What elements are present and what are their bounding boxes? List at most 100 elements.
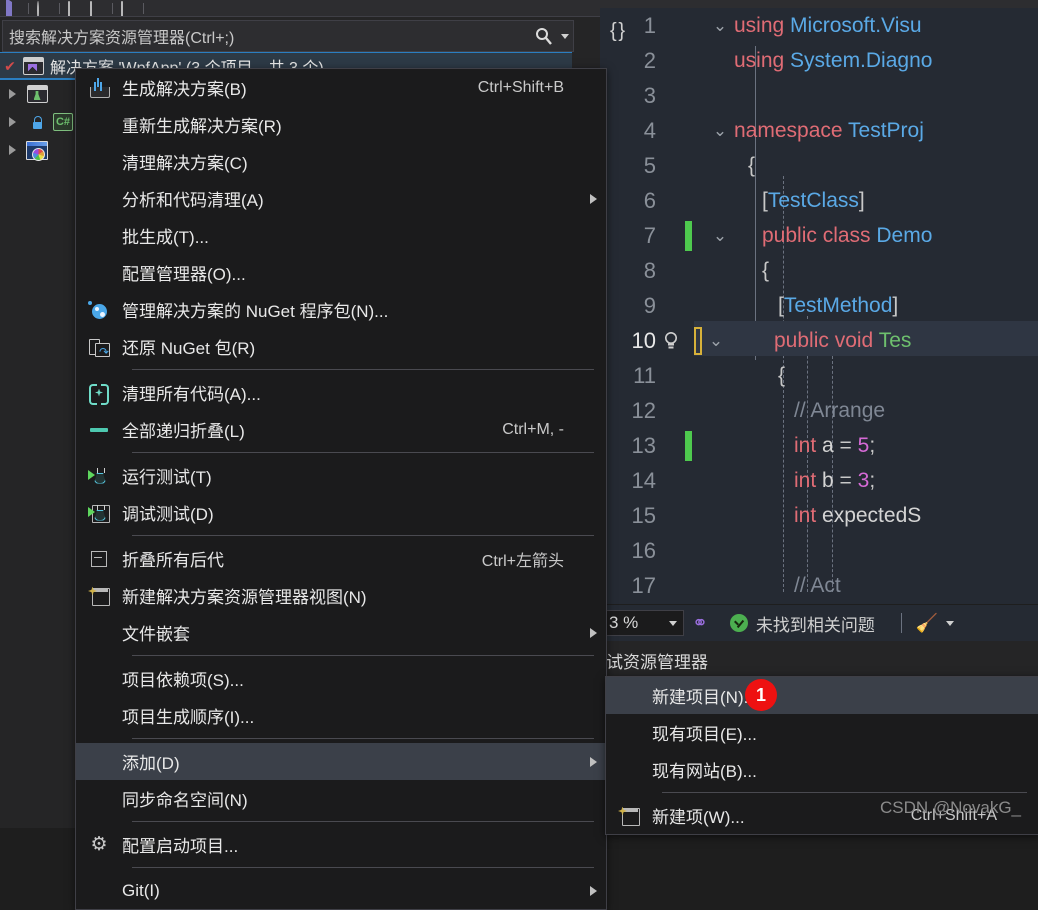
menu-icon-none bbox=[76, 143, 122, 180]
context-menu-item-label: 配置管理器(O)... bbox=[122, 265, 246, 284]
change-marker bbox=[682, 501, 694, 531]
issues-status[interactable]: 未找到相关问题 bbox=[729, 611, 875, 636]
checkmark-circle-icon bbox=[729, 614, 748, 632]
search-icon[interactable] bbox=[531, 27, 557, 45]
fold-chevron-icon[interactable]: ⌄ bbox=[702, 331, 730, 351]
code-line[interactable]: 17 // Act bbox=[600, 568, 1038, 603]
code-line[interactable]: 14 int b = 3; bbox=[600, 463, 1038, 498]
lock-icon bbox=[24, 112, 50, 132]
context-menu-item[interactable]: Git(I) bbox=[76, 872, 606, 909]
code-text: namespace TestProj bbox=[734, 118, 924, 142]
fold-chevron-icon[interactable]: ⌄ bbox=[706, 226, 734, 246]
search-input[interactable]: 搜索解决方案资源管理器(Ctrl+;) bbox=[3, 24, 531, 48]
code-line[interactable]: 15 int expectedS bbox=[600, 498, 1038, 533]
code-line[interactable]: 8{ bbox=[600, 253, 1038, 288]
add-submenu-item-label: 新建项(W)... bbox=[652, 808, 745, 827]
context-menu-item[interactable]: 分析和代码清理(A) bbox=[76, 180, 606, 217]
test-project-icon bbox=[24, 84, 50, 104]
expander-icon[interactable] bbox=[0, 145, 24, 155]
context-menu-item[interactable]: 文件嵌套 bbox=[76, 614, 606, 651]
chevron-down-icon[interactable] bbox=[669, 620, 677, 626]
line-number: 10 bbox=[631, 327, 656, 353]
code-line[interactable]: 3 bbox=[600, 78, 1038, 113]
zoom-level-combo[interactable]: 3 % bbox=[602, 610, 684, 636]
solution-context-menu[interactable]: 生成解决方案(B) Ctrl+Shift+B 重新生成解决方案(R) 清理解决方案(C… bbox=[75, 68, 607, 910]
add-submenu-item[interactable]: 新建项(W)... Ctrl+Shift+A bbox=[606, 797, 1038, 834]
code-line[interactable]: 2 using System.Diagno bbox=[600, 43, 1038, 78]
code-editor[interactable]: { } 1 ⌄ using Microsoft.Visu 2 using System.… bbox=[600, 8, 1038, 610]
add-submenu-item-label: 现有项目(E)... bbox=[652, 725, 757, 744]
context-menu-item-label: 运行测试(T) bbox=[122, 468, 212, 487]
line-number: 15 bbox=[631, 502, 656, 528]
code-line[interactable]: 13 int a = 5; bbox=[600, 428, 1038, 463]
code-line[interactable]: 9 [TestMethod] bbox=[600, 288, 1038, 323]
properties-pen-icon[interactable] bbox=[152, 2, 166, 14]
fold-chevron-icon[interactable]: ⌄ bbox=[706, 121, 734, 141]
collapse-all-toolbar-icon[interactable] bbox=[90, 1, 104, 16]
context-menu-item[interactable]: 项目生成顺序(I)... bbox=[76, 697, 606, 734]
code-line[interactable]: 6 [TestClass] bbox=[600, 183, 1038, 218]
code-line[interactable]: 5{ bbox=[600, 148, 1038, 183]
context-menu-item[interactable]: 运行测试(T) bbox=[76, 457, 606, 494]
line-number: 16 bbox=[631, 537, 656, 563]
context-menu-item[interactable]: 添加(D) bbox=[76, 743, 606, 780]
context-menu-item[interactable]: 批生成(T)... bbox=[76, 217, 606, 254]
code-text: [TestMethod] bbox=[778, 293, 899, 317]
context-menu-item[interactable]: ⚙ 配置启动项目... bbox=[76, 826, 606, 863]
show-all-files-icon[interactable] bbox=[121, 1, 135, 16]
step-badge-label: 1 bbox=[755, 684, 766, 705]
context-menu-item[interactable]: 项目依赖项(S)... bbox=[76, 660, 606, 697]
context-menu-item-label: 分析和代码清理(A) bbox=[122, 191, 264, 210]
fold-chevron-icon[interactable]: ⌄ bbox=[706, 16, 734, 36]
context-menu-item[interactable]: 生成解决方案(B) Ctrl+Shift+B bbox=[76, 69, 606, 106]
add-submenu-item[interactable]: 新建项目(N)... bbox=[606, 677, 1038, 714]
context-menu-item[interactable]: 重新生成解决方案(R) bbox=[76, 106, 606, 143]
context-menu-item[interactable]: 管理解决方案的 NuGet 程序包(N)... bbox=[76, 291, 606, 328]
context-menu-item[interactable]: 配置管理器(O)... bbox=[76, 254, 606, 291]
change-marker bbox=[682, 220, 694, 251]
context-menu-item-label: 添加(D) bbox=[122, 754, 180, 773]
app-root: 搜索解决方案资源管理器(Ctrl+;) ✔ 解决方案 'WpfApp' (3 个… bbox=[0, 0, 1038, 910]
expander-icon[interactable] bbox=[0, 89, 24, 99]
refresh-icon[interactable] bbox=[37, 1, 51, 16]
code-line[interactable]: 1 ⌄ using Microsoft.Visu bbox=[600, 8, 1038, 43]
expander-icon[interactable] bbox=[0, 117, 24, 127]
add-submenu-item[interactable]: 现有网站(B)... bbox=[606, 751, 1038, 788]
add-submenu-item[interactable]: 现有项目(E)... bbox=[606, 714, 1038, 751]
change-marker bbox=[682, 466, 694, 496]
status-divider bbox=[900, 613, 902, 633]
context-menu-item[interactable]: ↷ 还原 NuGet 包(R) bbox=[76, 328, 606, 365]
change-marker bbox=[682, 46, 694, 76]
solution-explorer-toolbar bbox=[0, 0, 606, 17]
home-icon[interactable] bbox=[68, 1, 82, 16]
code-text: public class Demo bbox=[762, 223, 933, 247]
search-dropdown-icon[interactable] bbox=[557, 33, 573, 39]
code-line[interactable]: 16 bbox=[600, 533, 1038, 568]
change-marker bbox=[682, 186, 694, 216]
code-line[interactable]: 12 // Arrange bbox=[600, 393, 1038, 428]
lightbulb-icon[interactable] bbox=[660, 331, 682, 351]
code-line[interactable]: 10 ⌄ public void Tes bbox=[600, 323, 1038, 358]
menu-icon-none bbox=[606, 677, 652, 714]
context-menu-item[interactable]: 清理所有代码(A)... bbox=[76, 374, 606, 411]
chevron-down-icon[interactable] bbox=[946, 620, 955, 626]
code-cleanup-broom-icon[interactable]: 🧹 bbox=[916, 613, 938, 634]
copilot-icon[interactable]: ⚭ bbox=[692, 612, 708, 635]
code-line[interactable]: 4 ⌄ namespace TestProj bbox=[600, 113, 1038, 148]
context-menu-item[interactable]: 全部递归折叠(L) Ctrl+M, - bbox=[76, 411, 606, 448]
context-menu-item[interactable]: 新建解决方案资源管理器视图(N) bbox=[76, 577, 606, 614]
code-line[interactable]: 11 { bbox=[600, 358, 1038, 393]
context-menu-item-shortcut: Ctrl+左箭头 bbox=[481, 552, 564, 570]
back-arrow-icon[interactable] bbox=[6, 0, 20, 16]
context-menu-item[interactable]: 清理解决方案(C) bbox=[76, 143, 606, 180]
menu-separator bbox=[132, 535, 594, 536]
add-submenu[interactable]: 新建项目(N)... 现有项目(E)... 现有网站(B)... 新建项(W)... C… bbox=[605, 676, 1038, 835]
search-solution-explorer[interactable]: 搜索解决方案资源管理器(Ctrl+;) bbox=[2, 20, 574, 52]
context-menu-item[interactable]: 调试测试(D) bbox=[76, 494, 606, 531]
line-number: 1 bbox=[643, 12, 656, 38]
code-text: using System.Diagno bbox=[734, 48, 933, 72]
context-menu-item-label: 项目依赖项(S)... bbox=[122, 671, 244, 690]
context-menu-item[interactable]: 同步命名空间(N) bbox=[76, 780, 606, 817]
code-line[interactable]: 7 ⌄ public class Demo bbox=[600, 218, 1038, 253]
context-menu-item[interactable]: 折叠所有后代 Ctrl+左箭头 bbox=[76, 540, 606, 577]
